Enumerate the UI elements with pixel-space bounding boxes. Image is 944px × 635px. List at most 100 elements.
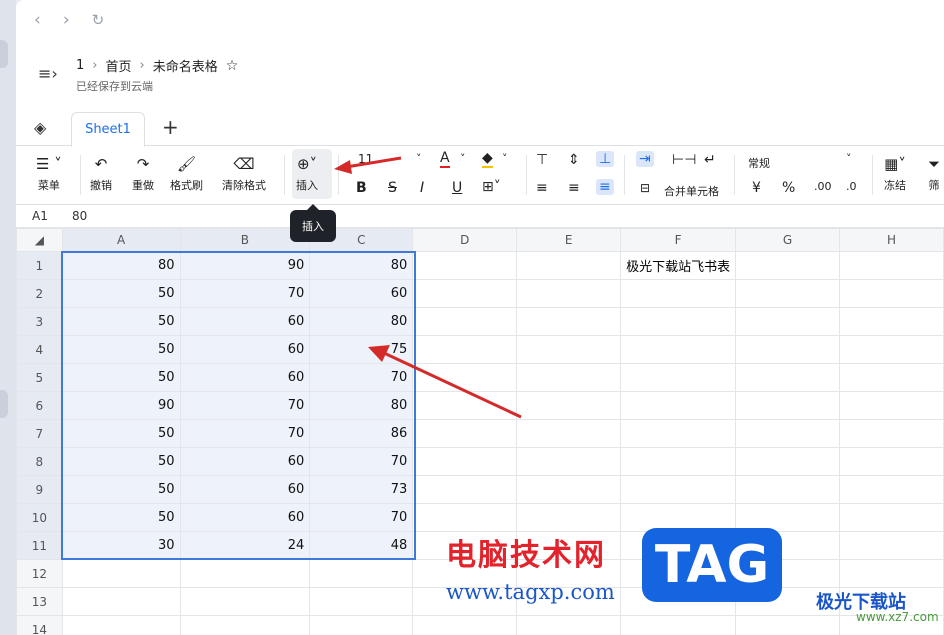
cell[interactable] <box>839 363 944 392</box>
increase-decimal-icon[interactable]: .0 <box>846 180 857 193</box>
row-header[interactable]: 2 <box>16 279 63 308</box>
row-header[interactable]: 14 <box>16 615 63 635</box>
cell[interactable]: 50 <box>61 419 181 448</box>
merge-icon[interactable]: ⊟ <box>640 181 650 195</box>
cell[interactable]: 48 <box>309 531 414 560</box>
cell[interactable]: 70 <box>309 447 414 476</box>
menu-button[interactable]: ☰ ˅ 菜单 <box>36 155 62 193</box>
cell[interactable] <box>839 391 944 420</box>
cell[interactable]: 60 <box>179 447 311 476</box>
cell[interactable] <box>839 419 944 448</box>
cell[interactable]: 60 <box>179 307 311 336</box>
cell[interactable] <box>839 503 944 532</box>
cell[interactable] <box>179 615 311 635</box>
cell[interactable] <box>412 615 518 635</box>
freeze-button[interactable]: ▦˅ 冻结 <box>884 155 906 193</box>
cell[interactable]: 70 <box>309 363 414 392</box>
cell[interactable] <box>516 475 622 504</box>
cell[interactable] <box>735 475 841 504</box>
chevron-down-icon[interactable]: ˅ <box>460 152 466 165</box>
chevron-down-icon[interactable]: ˅ <box>416 152 422 165</box>
cell[interactable] <box>61 615 181 635</box>
cell[interactable]: 50 <box>61 363 181 392</box>
wrap-clip-icon[interactable]: ⊢⊣ <box>672 152 696 168</box>
cell[interactable] <box>735 391 841 420</box>
cell[interactable]: 50 <box>61 335 181 364</box>
undo-button[interactable]: ↶ 撤销 <box>90 155 112 193</box>
cell[interactable]: 50 <box>61 279 181 308</box>
format-brush-button[interactable]: 🖌 格式刷 <box>170 155 203 193</box>
decrease-decimal-icon[interactable]: .00 <box>814 180 832 193</box>
align-middle-icon[interactable]: ⇕ <box>568 152 580 168</box>
cell[interactable] <box>839 475 944 504</box>
back-icon[interactable]: ‹ <box>34 10 41 30</box>
italic-icon[interactable]: I <box>420 180 424 196</box>
cell[interactable]: 50 <box>61 475 181 504</box>
cell[interactable] <box>309 559 414 588</box>
cell[interactable] <box>179 559 311 588</box>
cell[interactable]: 86 <box>309 419 414 448</box>
cell[interactable] <box>412 335 518 364</box>
cell[interactable] <box>179 587 311 616</box>
column-header[interactable]: E <box>516 228 622 252</box>
cell[interactable] <box>61 559 181 588</box>
percent-icon[interactable]: % <box>782 180 795 196</box>
cell[interactable]: 50 <box>61 447 181 476</box>
cell-reference[interactable]: A1 <box>32 209 48 223</box>
cell[interactable] <box>412 419 518 448</box>
fill-color-icon[interactable]: ◆ <box>482 150 493 168</box>
cell[interactable] <box>516 307 622 336</box>
cell[interactable]: 90 <box>179 251 311 280</box>
chevron-down-icon[interactable]: ˅ <box>502 152 508 165</box>
wrap-text-icon[interactable]: ↵ <box>704 152 716 168</box>
cell[interactable] <box>309 615 414 635</box>
insert-button[interactable]: ⊕˅ 插入 <box>296 155 318 193</box>
column-header[interactable]: A <box>61 228 181 252</box>
cell[interactable]: 70 <box>179 419 311 448</box>
align-right-icon[interactable]: ≡ <box>596 179 614 195</box>
row-header[interactable]: 4 <box>16 335 63 364</box>
column-header[interactable]: D <box>412 228 518 252</box>
cell[interactable] <box>735 447 841 476</box>
cell[interactable] <box>735 335 841 364</box>
row-header[interactable]: 7 <box>16 419 63 448</box>
row-header[interactable]: 11 <box>16 531 63 560</box>
cell[interactable] <box>735 419 841 448</box>
cell[interactable] <box>735 307 841 336</box>
cell[interactable] <box>620 419 737 448</box>
cell[interactable] <box>516 503 622 532</box>
tab-sheet1[interactable]: Sheet1 <box>71 112 145 147</box>
cell[interactable] <box>516 419 622 448</box>
cell[interactable]: 70 <box>179 279 311 308</box>
align-top-icon[interactable]: ⊤ <box>536 152 548 168</box>
wrap-overflow-icon[interactable]: ⇥ <box>636 151 654 167</box>
border-icon[interactable]: ⊞˅ <box>482 179 501 195</box>
cell[interactable]: 60 <box>179 335 311 364</box>
row-header[interactable]: 13 <box>16 587 63 616</box>
add-sheet-button[interactable]: + <box>162 115 179 139</box>
font-size-select[interactable]: 11 <box>358 152 373 166</box>
row-header[interactable]: 9 <box>16 475 63 504</box>
cell[interactable] <box>839 251 944 280</box>
cell[interactable] <box>412 363 518 392</box>
cell[interactable]: 30 <box>61 531 181 560</box>
cell[interactable]: 70 <box>179 391 311 420</box>
row-header[interactable]: 8 <box>16 447 63 476</box>
cell[interactable]: 73 <box>309 475 414 504</box>
cell[interactable] <box>309 587 414 616</box>
cell[interactable] <box>839 279 944 308</box>
select-all-corner[interactable]: ◢ <box>16 228 63 252</box>
cell[interactable] <box>735 251 841 280</box>
cell[interactable]: 80 <box>309 307 414 336</box>
cell[interactable]: 60 <box>179 363 311 392</box>
bold-icon[interactable]: B <box>356 180 367 196</box>
cell[interactable] <box>412 279 518 308</box>
refresh-icon[interactable]: ↻ <box>92 11 105 29</box>
cell[interactable] <box>735 279 841 308</box>
cell[interactable]: 50 <box>61 307 181 336</box>
cell[interactable] <box>412 475 518 504</box>
cell[interactable] <box>412 251 518 280</box>
row-header[interactable]: 1 <box>16 251 63 280</box>
cell[interactable] <box>839 559 944 588</box>
align-bottom-icon[interactable]: ⊥ <box>596 151 615 167</box>
